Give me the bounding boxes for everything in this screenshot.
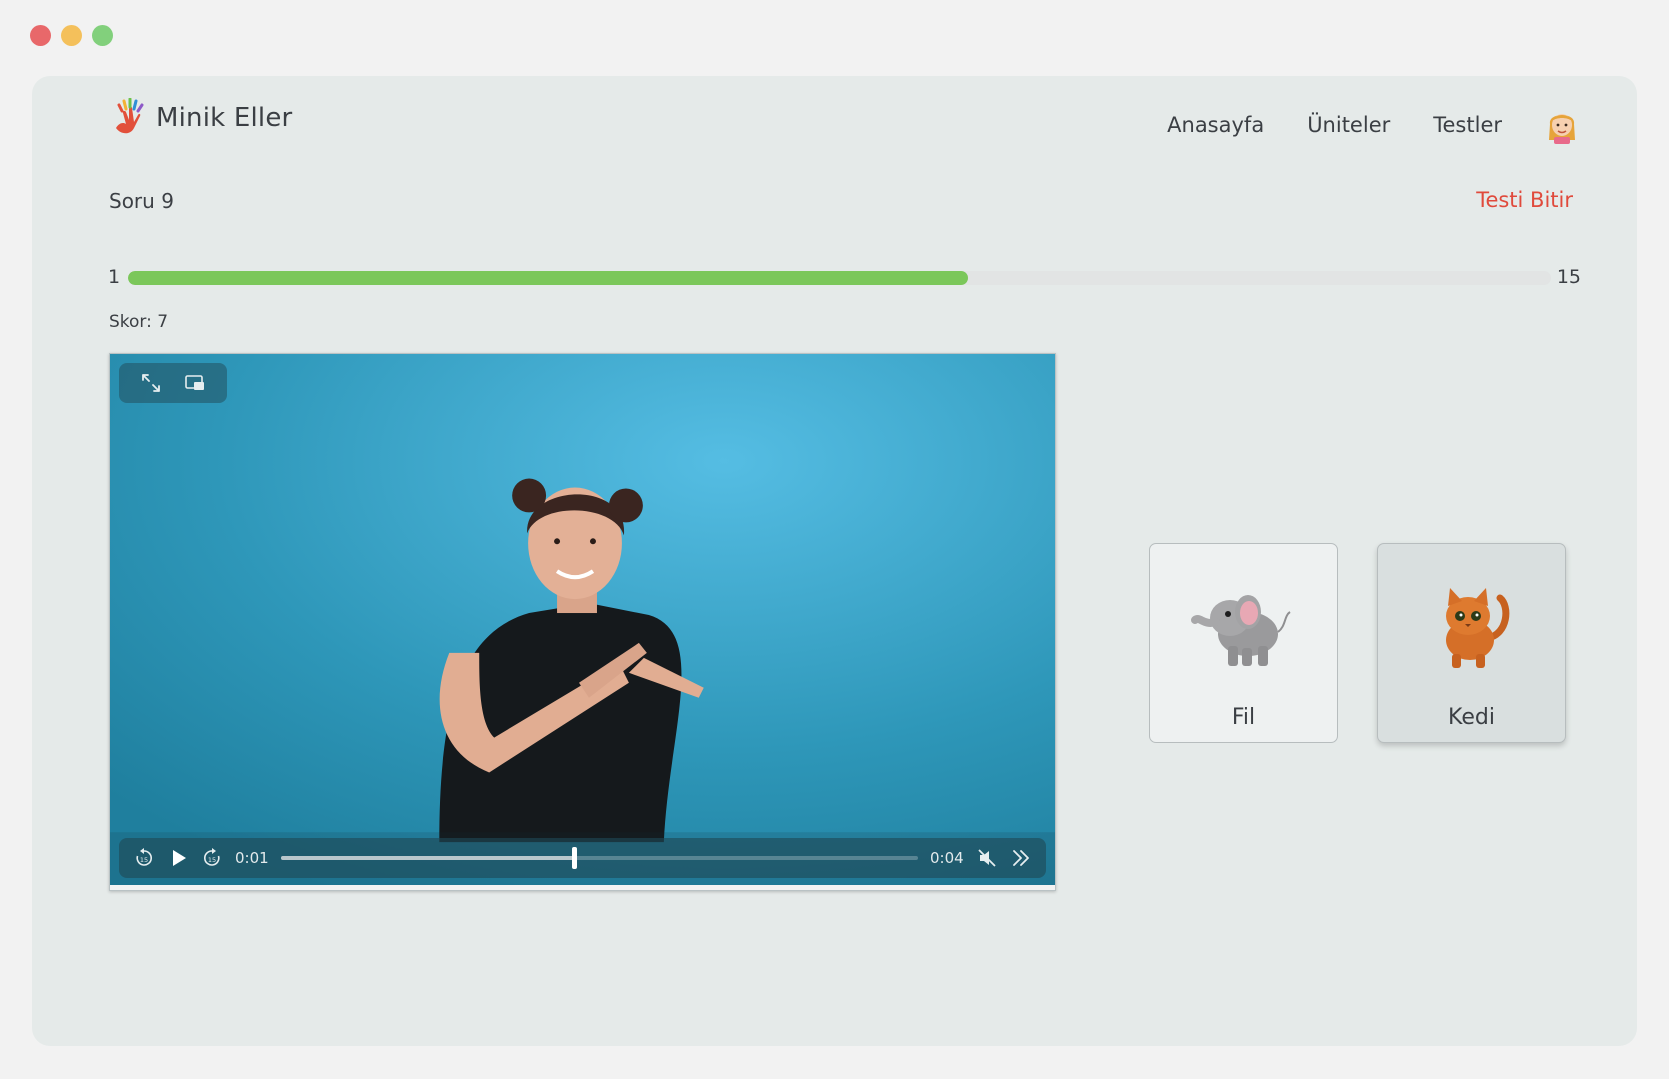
answer-label: Fil: [1231, 705, 1256, 730]
elephant-icon: [1191, 595, 1291, 666]
current-time: 0:01: [235, 849, 269, 867]
progress-bar: [128, 271, 1551, 285]
video-top-controls: [119, 363, 227, 403]
app-container: Minik Eller Anasayfa Üniteler Testler So…: [32, 76, 1637, 1046]
answer-card-elephant[interactable]: Fil: [1149, 543, 1338, 743]
question-number: Soru 9: [109, 189, 174, 213]
duration: 0:04: [930, 849, 964, 867]
seek-handle[interactable]: [572, 847, 578, 869]
answer-card-cat[interactable]: Kedi: [1377, 543, 1566, 743]
skip-forward-icon[interactable]: [1010, 847, 1032, 869]
nav-home[interactable]: Anasayfa: [1167, 113, 1264, 137]
cat-icon: [1446, 588, 1510, 668]
seek-progress: [281, 856, 575, 860]
score-label: Skor: 7: [109, 312, 169, 332]
window-controls: [30, 25, 113, 46]
picture-in-picture-icon[interactable]: [184, 372, 206, 394]
seek-bar[interactable]: [281, 845, 918, 871]
nav-units[interactable]: Üniteler: [1307, 113, 1390, 137]
app-name: Minik Eller: [156, 103, 293, 133]
nav-tests[interactable]: Testler: [1433, 113, 1502, 137]
progress-start-label: 1: [108, 266, 121, 288]
svg-text:15: 15: [208, 856, 216, 864]
hand-logo-icon: [116, 98, 144, 134]
user-avatar-icon[interactable]: [1545, 106, 1579, 144]
close-window-button[interactable]: [30, 25, 51, 46]
rewind-15-icon[interactable]: 15: [133, 847, 155, 869]
play-icon[interactable]: [167, 847, 189, 869]
progress-end-label: 15: [1556, 266, 1581, 288]
top-nav: Anasayfa Üniteler Testler: [1167, 106, 1579, 144]
minimize-window-button[interactable]: [61, 25, 82, 46]
forward-15-icon[interactable]: 15: [201, 847, 223, 869]
finish-test-button[interactable]: Testi Bitir: [1476, 188, 1573, 212]
video-frame-signer: [110, 354, 1055, 890]
sign-video-player[interactable]: 15 15 0:01 0:04: [109, 353, 1056, 891]
progress-bar-fill: [128, 271, 968, 285]
maximize-window-button[interactable]: [92, 25, 113, 46]
video-bottom-edge: [110, 885, 1055, 890]
fullscreen-icon[interactable]: [140, 372, 162, 394]
svg-text:15: 15: [140, 856, 148, 864]
answer-label: Kedi: [1448, 705, 1495, 730]
mute-icon[interactable]: [976, 847, 998, 869]
app-logo[interactable]: Minik Eller: [110, 98, 292, 138]
video-control-bar: 15 15 0:01 0:04: [119, 838, 1046, 878]
